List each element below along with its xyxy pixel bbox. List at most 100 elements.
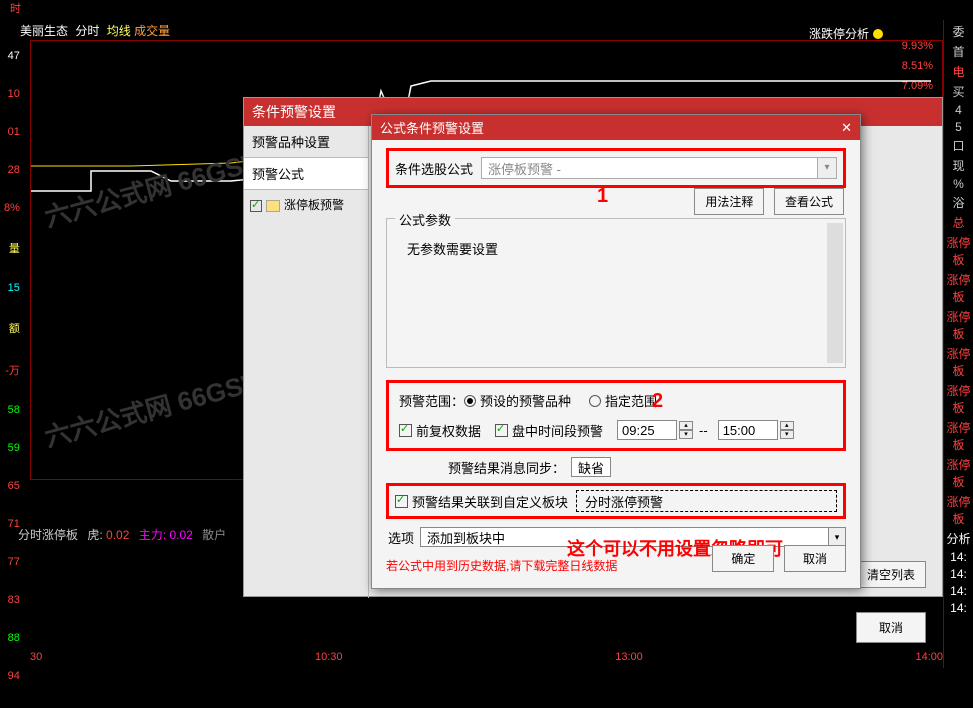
cancel-button-outer[interactable]: 取消 <box>856 612 926 643</box>
close-icon[interactable]: ✕ <box>841 120 852 136</box>
time-start-input[interactable]: 09:25 <box>617 420 677 440</box>
view-formula-button[interactable]: 查看公式 <box>774 188 844 215</box>
tab-time[interactable]: 时 <box>10 0 21 20</box>
formula-list-item[interactable]: 涨停板预警 <box>244 190 368 219</box>
right-col-item[interactable]: 14: <box>944 567 973 581</box>
lamp-icon <box>873 29 883 39</box>
spin-down[interactable]: ▾ <box>780 430 794 439</box>
formula-alert-dialog: 公式条件预警设置 ✕ 条件选股公式 涨停板预警 - ▾ 1 用法注释 查看公式 … <box>371 114 861 589</box>
y-tick: 83 <box>4 594 20 606</box>
right-col-item[interactable]: 5 <box>944 120 973 134</box>
right-col-item[interactable]: 分析 <box>944 530 973 547</box>
y-tick: 94 <box>4 670 20 682</box>
right-panel[interactable]: 委首电买45口现%浴总涨停板涨停板涨停板涨停板涨停板涨停板涨停板涨停板分析14:… <box>943 20 973 668</box>
cancel-button[interactable]: 取消 <box>784 545 846 572</box>
y-tick: -万 <box>4 362 20 378</box>
right-col-item[interactable]: 首 <box>944 43 973 60</box>
sync-select[interactable]: 缺省 <box>571 457 611 477</box>
pick-label: 条件选股公式 <box>395 159 473 178</box>
stock-name: 美丽生态 <box>20 24 68 38</box>
option-label: 选项 <box>388 528 414 547</box>
right-col-item[interactable]: 涨停板 <box>944 271 973 305</box>
radio-range[interactable] <box>589 395 601 407</box>
annotation-1: 1 <box>597 185 608 208</box>
time-sep: -- <box>699 423 708 438</box>
y-tick: 28 <box>4 164 20 176</box>
right-col-item[interactable]: 涨停板 <box>944 456 973 490</box>
annotation-2: 2 <box>652 390 663 413</box>
y-axis-left: 471001288%量15额-万5859657177838894 <box>4 50 20 708</box>
sync-row: 预警结果消息同步： 缺省 <box>448 457 846 477</box>
radio-preset-label[interactable]: 预设的预警品种 <box>480 391 571 410</box>
y-tick: 65 <box>4 480 20 492</box>
y-tick: 额 <box>4 320 20 336</box>
stock-header: 美丽生态 分时 均线 成交量 <box>20 22 170 39</box>
chevron-down-icon[interactable]: ▾ <box>817 157 837 179</box>
right-col-item[interactable]: 涨停板 <box>944 345 973 379</box>
right-col-item[interactable]: 口 <box>944 137 973 154</box>
right-col-item[interactable]: 4 <box>944 103 973 117</box>
fieldset-legend: 公式参数 <box>395 210 455 229</box>
right-col-item[interactable]: 涨停板 <box>944 419 973 453</box>
formula-combo[interactable]: 涨停板预警 - ▾ <box>481 157 837 179</box>
y-tick: 8% <box>4 202 20 214</box>
right-col-item[interactable]: % <box>944 177 973 191</box>
y-tick: 量 <box>4 240 20 256</box>
scope-box: 预警范围： 预设的预警品种 指定范围 前复权数据 盘中时间段预警 09:25 ▴… <box>386 380 846 451</box>
tab-species[interactable]: 预警品种设置 <box>244 126 368 158</box>
clear-list-button[interactable]: 清空列表 <box>856 561 926 588</box>
right-col-item[interactable]: 涨停板 <box>944 493 973 527</box>
x-axis: 3010:3013:0014:00 <box>30 651 943 663</box>
y-tick: 10 <box>4 88 20 100</box>
bottom-indicator: 分时涨停板 虎: 0.02 主力: 0.02 散户 <box>18 526 226 543</box>
sync-label: 预警结果消息同步： <box>448 458 565 477</box>
chk-link[interactable] <box>395 495 408 508</box>
spin-up[interactable]: ▴ <box>780 421 794 430</box>
y-tick: 47 <box>4 50 20 62</box>
stock-vol: 成交量 <box>134 24 170 38</box>
scope-label: 预警范围： <box>399 391 464 410</box>
radio-range-label[interactable]: 指定范围 <box>605 391 657 410</box>
stock-avg: 均线 <box>107 24 131 38</box>
tab-formula[interactable]: 预警公式 <box>244 158 368 190</box>
scrollbar[interactable] <box>827 223 843 363</box>
chk-time[interactable] <box>495 424 508 437</box>
formula-select-row: 条件选股公式 涨停板预警 - ▾ <box>386 148 846 188</box>
link-block-input[interactable]: 分时涨停预警 <box>576 490 837 512</box>
right-col-item[interactable]: 14: <box>944 601 973 615</box>
formula-icon <box>266 200 280 212</box>
chk-rehab[interactable] <box>399 424 412 437</box>
usage-button[interactable]: 用法注释 <box>694 188 764 215</box>
right-col-item[interactable]: 浴 <box>944 194 973 211</box>
y-tick: 77 <box>4 556 20 568</box>
chk-time-label[interactable]: 盘中时间段预警 <box>512 421 603 440</box>
right-col-item[interactable]: 买 <box>944 83 973 100</box>
param-fieldset: 公式参数 无参数需要设置 <box>386 218 846 368</box>
y-tick: 01 <box>4 126 20 138</box>
radio-preset[interactable] <box>464 395 476 407</box>
spin-up[interactable]: ▴ <box>679 421 693 430</box>
chevron-down-icon[interactable]: ▾ <box>828 527 846 547</box>
right-col-item[interactable]: 14: <box>944 550 973 564</box>
right-col-item[interactable]: 电 <box>944 63 973 80</box>
time-end-input[interactable]: 15:00 <box>718 420 778 440</box>
chk-link-label[interactable]: 预警结果关联到自定义板块 <box>412 492 568 511</box>
right-col-item[interactable]: 涨停板 <box>944 308 973 342</box>
y-tick: 59 <box>4 442 20 454</box>
dialog-title-inner[interactable]: 公式条件预警设置 ✕ <box>372 115 860 140</box>
right-col-item[interactable]: 涨停板 <box>944 234 973 268</box>
right-col-item[interactable]: 现 <box>944 157 973 174</box>
y-tick: 58 <box>4 404 20 416</box>
no-param-text: 无参数需要设置 <box>401 233 831 264</box>
checkbox-icon[interactable] <box>250 200 262 212</box>
ok-button[interactable]: 确定 <box>712 545 774 572</box>
right-col-item[interactable]: 总 <box>944 214 973 231</box>
right-col-item[interactable]: 涨停板 <box>944 382 973 416</box>
spin-down[interactable]: ▾ <box>679 430 693 439</box>
link-box: 预警结果关联到自定义板块 分时涨停预警 <box>386 483 846 519</box>
right-col-item[interactable]: 委 <box>944 23 973 40</box>
y-tick: 88 <box>4 632 20 644</box>
right-col-item[interactable]: 14: <box>944 584 973 598</box>
chk-rehab-label[interactable]: 前复权数据 <box>416 421 481 440</box>
y-tick: 15 <box>4 282 20 294</box>
